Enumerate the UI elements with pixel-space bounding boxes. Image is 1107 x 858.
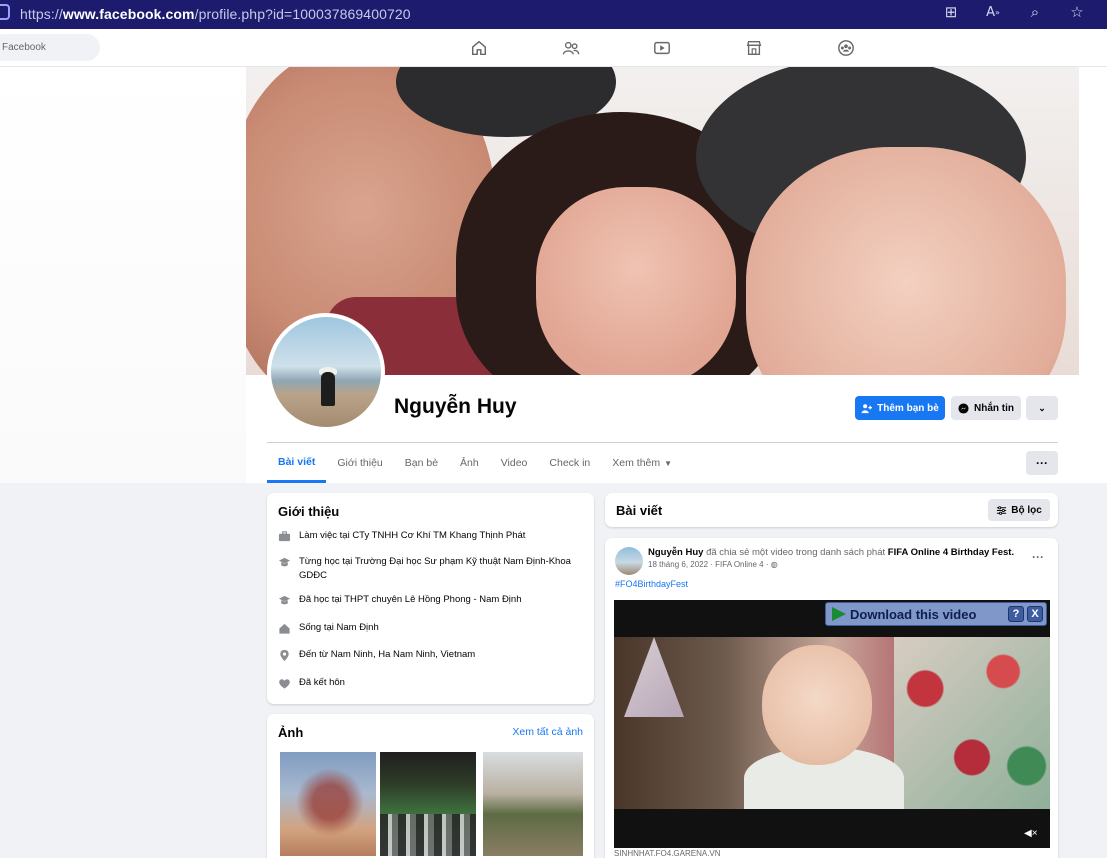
friends-icon[interactable] [560,37,582,59]
ellipsis-icon: ··· [1036,456,1048,470]
header-left-area [0,67,246,483]
close-icon[interactable]: X [1027,606,1043,622]
add-friend-label: Thêm bạn bè [877,402,939,414]
work-icon [278,530,291,543]
mute-icon[interactable]: ◀× [1024,828,1038,840]
cover-photo[interactable] [246,67,1079,375]
profile-name: Nguyễn Huy [394,395,517,418]
post-header-text: Nguyễn Huy đã chia sẻ một video trong da… [648,547,1015,558]
intro-card: Giới thiệu Làm việc tại CTy TNHH Cơ Khí … [267,493,594,704]
download-video-label[interactable]: Download this video [850,607,976,622]
posts-title: Bài viết [616,503,663,518]
download-play-icon [832,607,846,621]
see-all-photos-link[interactable]: Xem tất cả ảnh [512,726,583,738]
intro-item-from: Đến từ Nam Ninh, Ha Nam Ninh, Vietnam [278,648,578,662]
video-frame[interactable] [614,637,1050,809]
post-hashtag-link[interactable]: #FO4BirthdayFest [615,579,688,589]
zoom-icon[interactable]: ⌕ [1025,2,1045,22]
post-author-name[interactable]: Nguyễn Huy [648,547,703,558]
tab-posts[interactable]: Bài viết [267,443,327,483]
filter-label: Bộ lọc [1011,504,1042,516]
tab-videos[interactable]: Video [490,443,539,483]
intro-item-college: Từng học tại Trường Đại học Sư phạm Kỹ t… [278,555,578,583]
intro-item-relationship: Đã kết hôn [278,676,578,690]
video-caption: SINHNHAT.FO4.GARENA.VN [614,849,721,858]
site-info-icon[interactable] [0,4,10,20]
more-options-button[interactable]: ⌄ [1026,396,1058,420]
filter-button[interactable]: Bộ lọc [988,499,1050,521]
watch-icon[interactable] [651,37,673,59]
tab-about[interactable]: Giới thiệu [326,443,393,483]
post-video[interactable]: Download this video ? X ◀× [614,600,1050,848]
tab-photos[interactable]: Ảnh [449,443,490,483]
heart-icon [278,677,291,690]
post-options-icon[interactable]: ··· [1032,550,1044,564]
photos-title: Ảnh [278,725,304,740]
messenger-icon [958,402,969,414]
groups-icon[interactable] [835,37,857,59]
tabs-more-button[interactable]: ··· [1026,451,1058,475]
home-icon[interactable] [468,37,490,59]
photo-thumbnail[interactable] [280,752,376,856]
photo-thumbnail[interactable] [483,752,583,856]
post-author-avatar[interactable] [615,547,643,575]
tab-see-more[interactable]: Xem thêm ▼ [601,443,683,483]
add-friend-icon [861,403,873,413]
read-aloud-icon[interactable]: A» [983,2,1003,22]
add-friend-button[interactable]: Thêm bạn bè [855,396,945,420]
photos-card: Ảnh Xem tất cả ảnh [267,714,594,858]
post-card: Nguyễn Huy đã chia sẻ một video trong da… [605,538,1058,858]
intro-item-work: Làm việc tại CTy TNHH Cơ Khí TM Khang Th… [278,529,578,543]
education-icon [278,556,291,569]
privacy-globe-icon: ◍ [770,560,778,569]
intro-item-lives: Sống tại Nam Định [278,621,578,635]
location-pin-icon [278,649,291,662]
apps-icon[interactable]: ⊞ [941,2,961,22]
message-button[interactable]: Nhắn tin [951,396,1021,420]
chevron-down-icon: ⌄ [1038,402,1046,413]
education-icon [278,594,291,607]
post-date-line[interactable]: 18 tháng 6, 2022 · FIFA Online 4 · ◍ [648,560,778,569]
facebook-top-bar: Facebook [0,29,1107,67]
download-video-bar[interactable]: Download this video ? X [825,602,1047,626]
intro-title: Giới thiệu [278,504,340,519]
address-url[interactable]: https://www.facebook.com/profile.php?id=… [20,6,411,22]
message-label: Nhắn tin [974,402,1014,414]
filter-icon [997,505,1007,515]
profile-tabs: Bài viết Giới thiệu Bạn bè Ảnh Video Che… [267,443,683,483]
help-icon[interactable]: ? [1008,606,1024,622]
posts-header-card: Bài viết Bộ lọc [605,493,1058,527]
tab-friends[interactable]: Bạn bè [394,443,449,483]
browser-address-bar: https://www.facebook.com/profile.php?id=… [0,0,1107,29]
search-input[interactable]: Facebook [0,34,100,61]
home-location-icon [278,622,291,635]
post-playlist-link[interactable]: FIFA Online 4 Birthday Fest [888,547,1012,558]
tab-checkins[interactable]: Check in [538,443,601,483]
marketplace-icon[interactable] [743,37,765,59]
caret-down-icon: ▼ [664,458,673,468]
intro-item-highschool: Đã học tại THPT chuyên Lê Hồng Phong - N… [278,593,578,607]
photo-thumbnail[interactable] [380,752,476,856]
favorite-star-icon[interactable]: ☆ [1067,2,1087,22]
profile-avatar[interactable] [267,313,385,431]
